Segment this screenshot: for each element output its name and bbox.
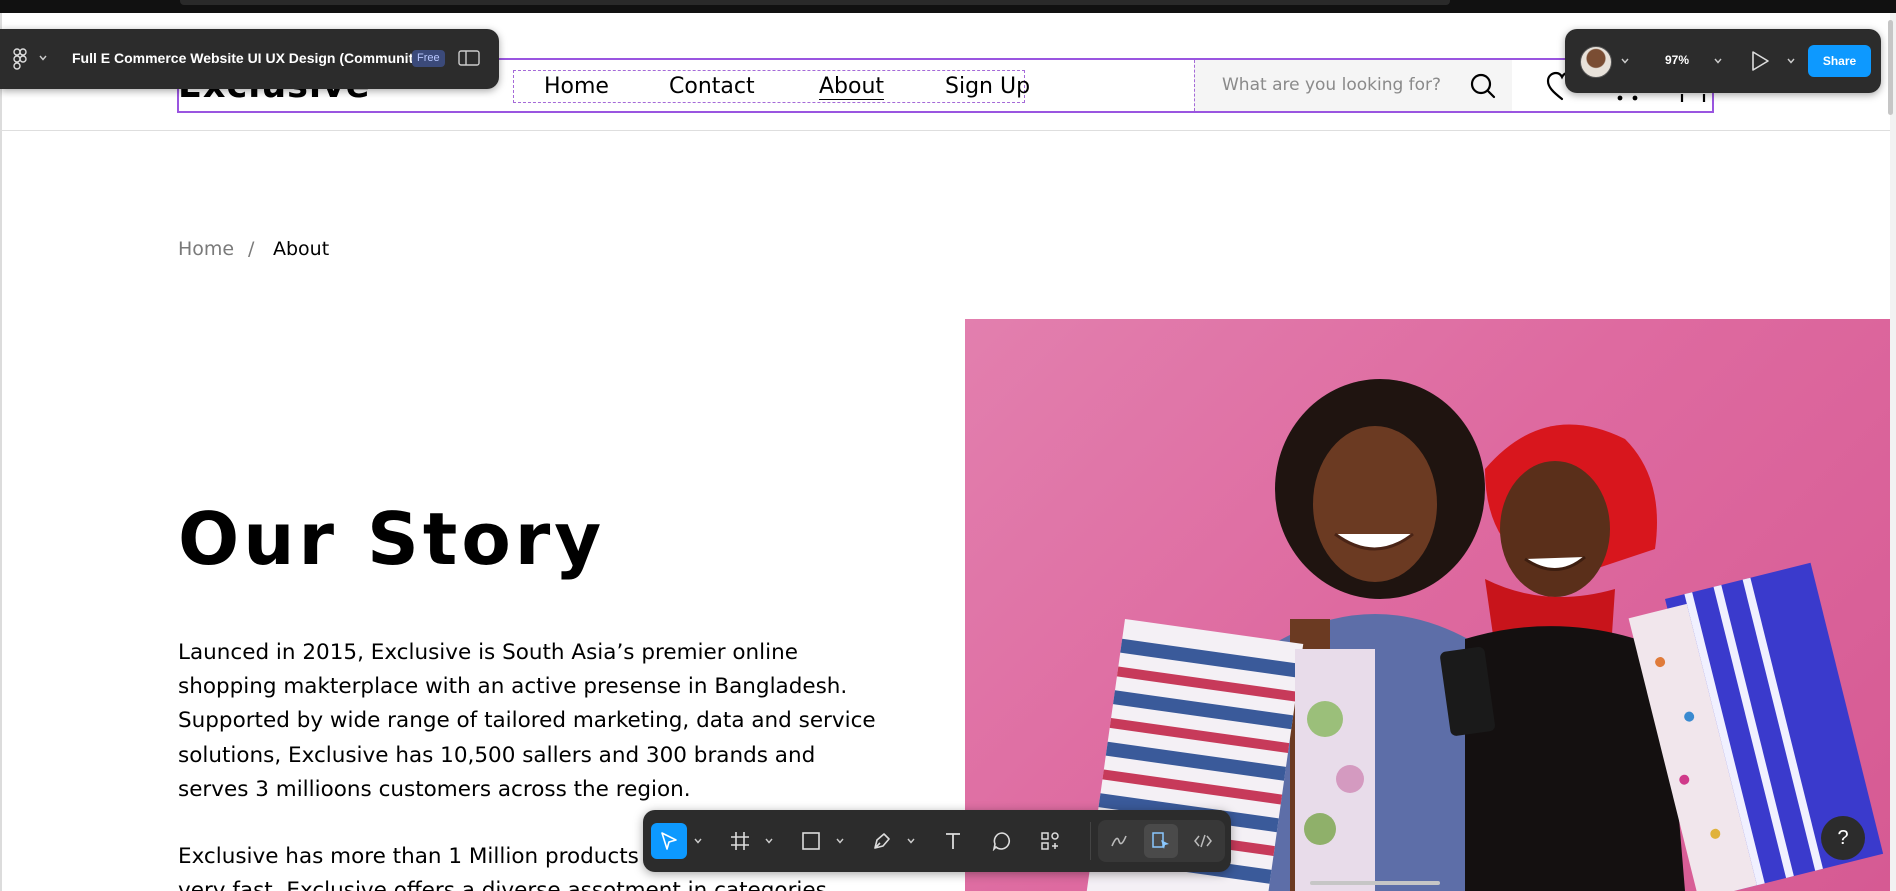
pen-icon (874, 833, 890, 849)
actions-grid-icon (1041, 832, 1059, 850)
move-tool[interactable] (651, 823, 687, 859)
search-box (1194, 60, 1512, 111)
nav-item-about[interactable]: About (819, 74, 885, 100)
figma-file-toolbar: Full E Commerce Website UI UX Design (Co… (0, 29, 499, 89)
file-title[interactable]: Full E Commerce Website UI UX Design (Co… (72, 50, 426, 66)
present-play-icon[interactable] (1749, 49, 1771, 73)
chevron-down-icon[interactable] (906, 836, 916, 846)
user-avatar[interactable] (1580, 46, 1612, 78)
frame-hash-icon (731, 832, 749, 850)
toolbar-divider (1090, 822, 1091, 860)
zoom-value: 97% (1665, 53, 1690, 67)
figma-canvas: Exclusive Home Contact About Sign Up (0, 0, 1896, 891)
design-mode[interactable] (1144, 824, 1178, 858)
figma-logo-icon[interactable] (12, 48, 30, 70)
nav-item-contact[interactable]: Contact (669, 74, 755, 99)
frame-tool[interactable] (722, 823, 758, 859)
design-cursor-icon (1152, 832, 1169, 849)
chevron-down-icon[interactable] (1786, 56, 1796, 66)
code-brackets-icon (1194, 834, 1212, 848)
shape-tool[interactable] (793, 823, 829, 859)
hero-image (965, 319, 1890, 891)
search-icon[interactable] (1469, 72, 1497, 100)
site-nav: Home Contact About Sign Up (513, 70, 1030, 103)
toggle-sidebar-icon[interactable] (458, 49, 480, 67)
page-title: Our Story (178, 497, 606, 581)
browser-top-strip (0, 0, 1896, 13)
dev-mode[interactable] (1186, 824, 1220, 858)
nav-item-signup[interactable]: Sign Up (945, 74, 1030, 99)
search-input[interactable] (1222, 73, 1462, 97)
canvas-left-edge (0, 13, 2, 891)
mode-switcher (1098, 820, 1225, 862)
breadcrumb-current: About (273, 238, 330, 260)
chevron-down-icon[interactable] (764, 836, 774, 846)
text-t-icon (946, 833, 960, 849)
figma-share-toolbar: 97% Share (1565, 29, 1881, 93)
figma-tool-toolbar (643, 810, 1231, 872)
share-button[interactable]: Share (1808, 45, 1871, 77)
draw-squiggle-icon (1111, 835, 1127, 847)
chevron-down-icon[interactable] (1620, 56, 1630, 66)
text-tool[interactable] (935, 823, 971, 859)
draw-mode[interactable] (1102, 824, 1136, 858)
breadcrumb-separator: / (248, 238, 255, 260)
story-paragraph: Launced in 2015, Exclusive is South Asia… (178, 640, 876, 802)
comment-tool[interactable] (984, 823, 1020, 859)
plan-badge: Free (412, 50, 445, 67)
chevron-down-icon[interactable] (693, 836, 703, 846)
chevron-down-icon[interactable] (835, 836, 845, 846)
help-button[interactable]: ? (1821, 816, 1865, 860)
chevron-down-icon[interactable] (38, 53, 48, 63)
nav-item-home[interactable]: Home (544, 74, 609, 99)
vertical-scrollbar[interactable] (1888, 20, 1893, 115)
cursor-arrow-icon (661, 832, 677, 850)
rectangle-icon (802, 832, 820, 850)
horizontal-scrollbar[interactable] (1310, 881, 1440, 885)
comment-bubble-icon (992, 832, 1011, 851)
vertical-scrollbar-track (1890, 13, 1896, 891)
actions-tool[interactable] (1032, 823, 1068, 859)
breadcrumb-home[interactable]: Home (178, 238, 234, 260)
pen-tool[interactable] (864, 823, 900, 859)
chevron-down-icon[interactable] (1713, 56, 1723, 66)
